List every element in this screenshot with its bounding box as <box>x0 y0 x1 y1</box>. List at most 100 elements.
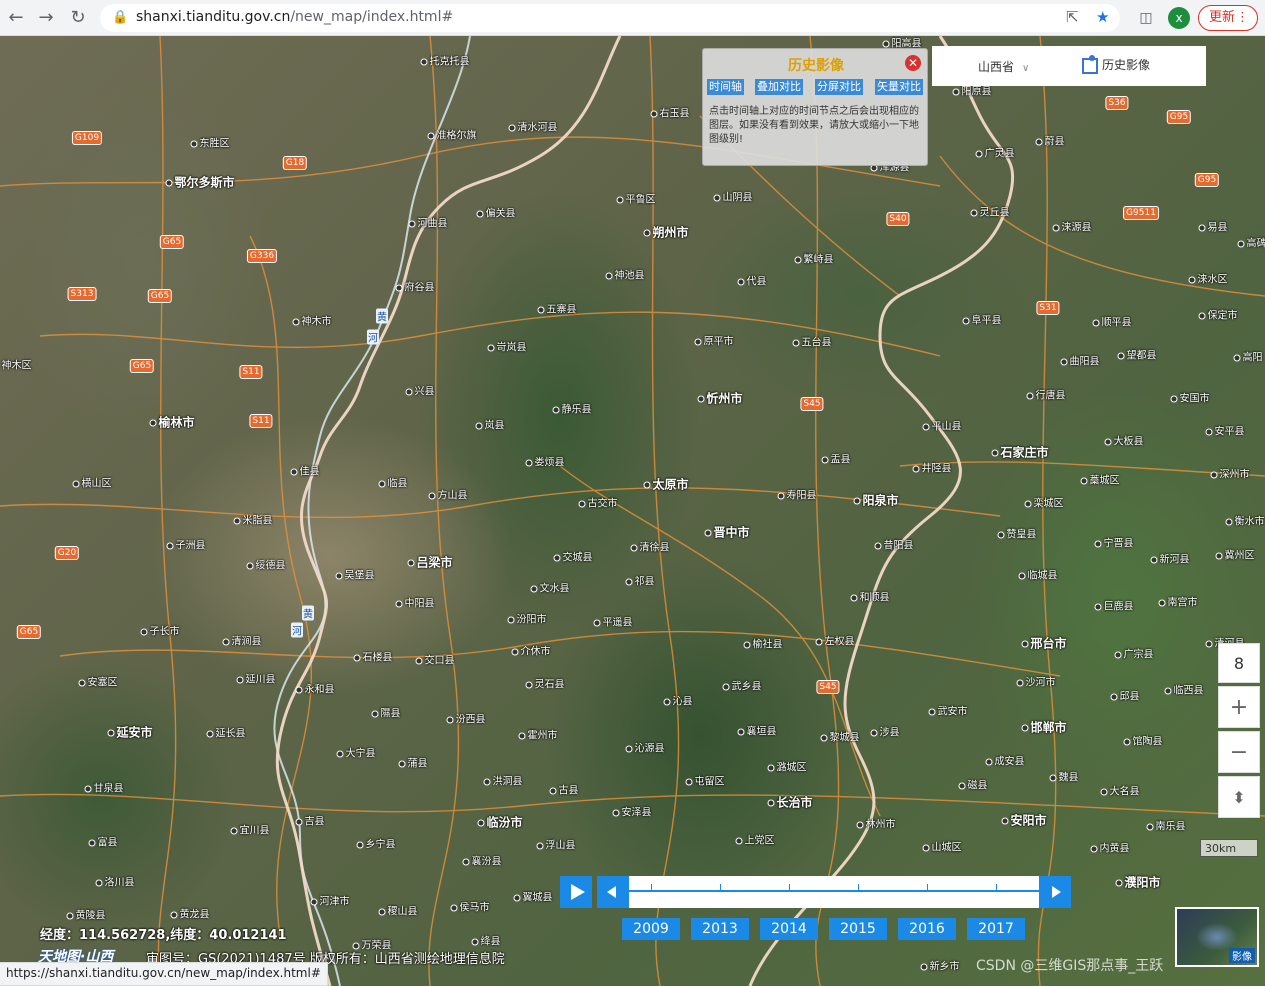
year-button-2014[interactable]: 2014 <box>760 918 818 940</box>
place-label: 五寨县 <box>538 301 577 316</box>
place-label: 子长市 <box>141 623 180 638</box>
zoom-in-button[interactable]: + <box>1218 686 1260 728</box>
address-bar[interactable]: 🔒 shanxi.tianditu.gov.cn/new_map/index.h… <box>100 4 1120 32</box>
place-label: 洪洞县 <box>484 773 523 788</box>
place-label: 黎城县 <box>821 729 860 744</box>
arrow-left-icon[interactable]: ← <box>4 6 28 30</box>
place-label: 赞皇县 <box>998 526 1037 541</box>
place-label: 山阴县 <box>714 189 753 204</box>
star-icon[interactable]: ★ <box>1096 8 1109 26</box>
place-label: 神池县 <box>606 267 645 282</box>
river-label: 河 <box>291 622 303 638</box>
overview-map[interactable]: 影像 <box>1175 907 1259 967</box>
side-panel-icon[interactable]: ◫ <box>1134 6 1158 30</box>
year-button-2013[interactable]: 2013 <box>691 918 749 940</box>
history-imagery-panel: 历史影像 ✕ 时间轴 叠加对比 分屏对比 矢量对比 点击时间轴上对应的时间节点之… <box>702 48 928 166</box>
tab-overlay-compare[interactable]: 叠加对比 <box>755 79 803 95</box>
timeline-tick <box>651 884 652 890</box>
place-label: 吉县 <box>296 813 325 828</box>
timeline-prev-button[interactable] <box>597 876 629 908</box>
place-label: 成安县 <box>986 753 1025 768</box>
status-url: https://shanxi.tianditu.gov.cn/new_map/i… <box>0 962 328 986</box>
place-label: 隰县 <box>372 705 401 720</box>
update-button[interactable]: 更新 ⋮ <box>1198 5 1258 31</box>
url-path: /new_map/index.html# <box>290 9 454 25</box>
place-label: 黄龙县 <box>171 906 210 921</box>
share-icon[interactable]: ⇱ <box>1066 8 1079 26</box>
place-label: 内黄县 <box>1091 840 1130 855</box>
river-label: 黄 <box>376 308 388 324</box>
place-label: 吕梁市 <box>407 554 452 571</box>
tab-vector-compare[interactable]: 矢量对比 <box>875 79 923 95</box>
road-shield: G109 <box>71 131 103 145</box>
place-label: 沁县 <box>664 693 693 708</box>
place-label: 沙河市 <box>1017 674 1056 689</box>
place-label: 榆林市 <box>149 414 194 431</box>
tab-split-compare[interactable]: 分屏对比 <box>815 79 863 95</box>
browser-toolbar: ← → ↻ 🔒 shanxi.tianditu.gov.cn/new_map/i… <box>0 0 1265 36</box>
history-imagery-button[interactable]: 历史影像 <box>1082 54 1151 74</box>
place-label: 沁源县 <box>626 740 665 755</box>
place-label: 蔚县 <box>1036 133 1065 148</box>
place-label: 高碑 <box>1238 235 1265 250</box>
year-button-2015[interactable]: 2015 <box>829 918 887 940</box>
compass-icon[interactable]: ⬍ <box>1218 776 1260 818</box>
place-label: 洛川县 <box>96 874 135 889</box>
year-button-2009[interactable]: 2009 <box>622 918 680 940</box>
place-label: 稷山县 <box>379 903 418 918</box>
place-label: 朔州市 <box>643 224 688 241</box>
place-label: 代县 <box>738 273 767 288</box>
place-label: 易县 <box>1199 219 1228 234</box>
place-label: 神木市 <box>293 313 332 328</box>
timeline-next-button[interactable] <box>1039 876 1071 908</box>
road-shield: S40 <box>886 212 910 226</box>
road-shield: S45 <box>816 680 840 694</box>
place-label: 米脂县 <box>234 512 273 527</box>
year-button-2016[interactable]: 2016 <box>898 918 956 940</box>
watermark: CSDN @三维GIS那点事_王跃 <box>976 958 1164 974</box>
tab-timeline[interactable]: 时间轴 <box>707 79 744 95</box>
place-label: 邯郸市 <box>1021 719 1066 736</box>
place-label: 安泽县 <box>613 804 652 819</box>
place-label: 浮山县 <box>537 837 576 852</box>
place-label: 古交市 <box>579 495 618 510</box>
place-label: 长治市 <box>767 794 812 811</box>
year-button-2017[interactable]: 2017 <box>967 918 1025 940</box>
place-label: 吴堡县 <box>336 567 375 582</box>
close-icon[interactable]: ✕ <box>905 55 921 71</box>
place-label: 子洲县 <box>167 537 206 552</box>
reload-icon[interactable]: ↻ <box>66 6 90 30</box>
place-label: 栾城区 <box>1025 495 1064 510</box>
place-label: 上党区 <box>736 832 775 847</box>
place-label: 右玉县 <box>651 105 690 120</box>
place-label: 望都县 <box>1118 347 1157 362</box>
avatar[interactable]: x <box>1168 7 1190 29</box>
place-label: 潞城区 <box>768 759 807 774</box>
arrow-right-icon[interactable]: → <box>34 6 58 30</box>
place-label: 林州市 <box>857 816 896 831</box>
zoom-out-button[interactable]: − <box>1218 731 1260 773</box>
place-label: 平鲁区 <box>617 191 656 206</box>
place-label: 中阳县 <box>396 595 435 610</box>
place-label: 原平市 <box>695 333 734 348</box>
place-label: 安塞区 <box>79 674 118 689</box>
road-shield: G65 <box>129 359 155 373</box>
place-label: 繁峙县 <box>795 251 834 266</box>
place-label: 灵石县 <box>526 676 565 691</box>
place-label: 临城县 <box>1019 567 1058 582</box>
road-shield: G65 <box>16 625 42 639</box>
lock-icon[interactable]: 🔒 <box>112 10 128 25</box>
url-text[interactable]: shanxi.tianditu.gov.cn/new_map/index.htm… <box>136 9 453 25</box>
history-tabs: 时间轴 叠加对比 分屏对比 矢量对比 <box>707 79 927 95</box>
road-shield: S36 <box>1105 96 1129 110</box>
timeline-tick <box>858 884 859 890</box>
province-select[interactable]: 山西省 ∨ <box>978 58 1029 75</box>
play-button[interactable] <box>560 876 592 908</box>
road-shield: S45 <box>800 397 824 411</box>
place-label: 馆陶县 <box>1124 733 1163 748</box>
place-label: 大名县 <box>1101 783 1140 798</box>
history-button-label: 历史影像 <box>1102 58 1151 72</box>
place-label: 晋中市 <box>704 524 749 541</box>
timeline-tick <box>927 884 928 890</box>
timeline-track[interactable] <box>629 876 1039 908</box>
